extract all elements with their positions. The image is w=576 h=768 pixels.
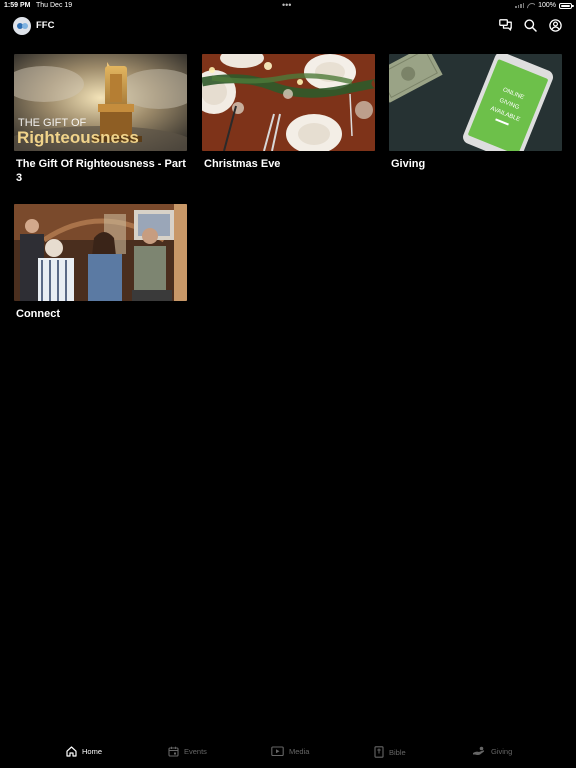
card-thumbnail: [202, 54, 375, 151]
battery-percent: 100%: [538, 2, 556, 9]
tab-media[interactable]: Media: [271, 746, 309, 757]
header-actions: [498, 18, 562, 32]
tab-label: Media: [289, 747, 310, 756]
battery-icon: [559, 2, 574, 9]
media-card-christmas-eve[interactable]: Christmas Eve: [202, 54, 375, 171]
tab-events[interactable]: Events: [168, 746, 207, 757]
tab-bible[interactable]: Bible: [374, 746, 406, 758]
card-title: Christmas Eve: [204, 158, 281, 170]
account-icon[interactable]: [548, 18, 562, 32]
media-card-gift-of-righteousness[interactable]: THE GIFT OF Righteousness The Gift Of Ri…: [14, 54, 187, 185]
giving-icon: [473, 746, 485, 755]
church-logo[interactable]: [13, 17, 31, 35]
play-icon: [271, 746, 284, 757]
multitasking-dots[interactable]: •••: [282, 0, 291, 10]
status-time: 1:59 PM: [4, 2, 31, 9]
signal-icon: [515, 3, 525, 8]
search-icon[interactable]: [523, 18, 537, 32]
bible-icon: [374, 746, 384, 758]
card-title: The Gift Of Righteousness - Part 3: [16, 158, 186, 184]
bottom-tab-bar: Home Events Media Bible Giving: [0, 738, 576, 768]
home-icon: [66, 746, 77, 757]
card-thumbnail: ONLINE GIVING AVAILABLE: [389, 54, 562, 151]
card-thumbnail: THE GIFT OF Righteousness: [14, 54, 187, 151]
status-date: Thu Dec 19: [36, 2, 73, 9]
calendar-icon: [168, 746, 179, 757]
card-thumbnail: [14, 204, 187, 301]
card-title: Giving: [391, 158, 426, 170]
wifi-icon: [527, 3, 535, 9]
media-card-giving[interactable]: ONLINE GIVING AVAILABLE Giving: [389, 54, 562, 171]
status-indicators: 100%: [515, 2, 574, 9]
tab-label: Events: [184, 747, 207, 756]
card-title: Connect: [16, 308, 60, 320]
chat-icon[interactable]: [498, 18, 512, 32]
tab-label: Bible: [389, 747, 406, 757]
status-bar: 1:59 PM Thu Dec 19 ••• 100%: [0, 0, 576, 12]
media-card-connect[interactable]: Connect: [14, 204, 187, 321]
tab-home[interactable]: Home: [66, 746, 102, 757]
tab-label: Giving: [491, 746, 513, 756]
tab-label: Home: [82, 747, 103, 756]
app-header: FFC: [0, 14, 576, 38]
tab-giving[interactable]: Giving: [472, 746, 512, 756]
thumb-title-line2: Righteousness: [17, 128, 139, 147]
app-title: FFC: [36, 20, 55, 31]
